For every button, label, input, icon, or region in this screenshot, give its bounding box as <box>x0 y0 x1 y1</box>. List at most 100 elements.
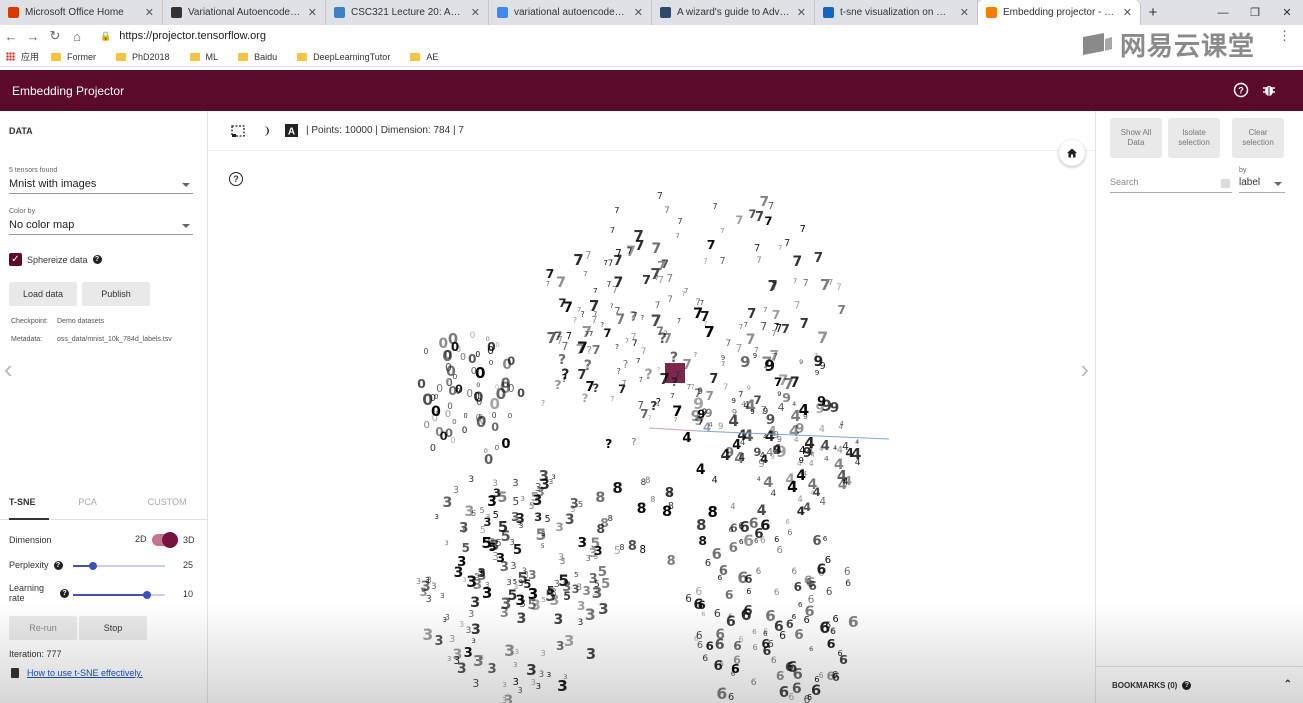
close-tab-icon[interactable]: ✕ <box>960 6 969 19</box>
selection-icon[interactable] <box>231 124 245 137</box>
bug-report-icon[interactable] <box>1261 82 1277 98</box>
collapse-left-icon[interactable]: ‹ <box>4 354 13 385</box>
expand-right-icon[interactable]: › <box>1080 354 1089 385</box>
learning-rate-value: 10 <box>183 589 194 599</box>
tab-strip: Microsoft Office Home ✕ Variational Autoen… <box>0 0 1141 25</box>
browser-tab-title: variational autoencoders gene <box>514 7 628 18</box>
isolate-selection-button[interactable]: Isolate selection <box>1168 118 1220 158</box>
bookmark-folder[interactable]: AE <box>406 52 438 62</box>
close-window-icon[interactable]: ✕ <box>1271 0 1303 25</box>
color-by-label: Color by <box>9 208 36 215</box>
bookmark-apps[interactable]: 应用 <box>6 50 39 63</box>
close-tab-icon[interactable]: ✕ <box>145 6 154 19</box>
perplexity-value: 25 <box>183 560 194 570</box>
night-mode-icon[interactable] <box>259 125 271 137</box>
browser-tab[interactable]: t-sne visualization on MNIST d ✕ <box>815 0 978 25</box>
clear-selection-button[interactable]: Clear selection <box>1232 118 1284 158</box>
bookmarks-help-icon[interactable]: ? <box>1182 680 1192 690</box>
bookmarks-panel-header[interactable]: BOOKMARKS (0) ? ⌃ <box>1096 666 1303 703</box>
window-controls: — ❐ ✕ <box>1207 0 1303 25</box>
label-toggle-icon[interactable]: A <box>285 124 298 137</box>
chevron-down-icon <box>182 183 190 187</box>
bookmark-folder[interactable]: PhD2018 <box>112 52 170 62</box>
close-tab-icon[interactable]: ✕ <box>1123 6 1132 19</box>
regex-toggle-icon[interactable] <box>1221 179 1230 188</box>
folder-icon <box>116 52 127 61</box>
bookmark-folder[interactable]: ML <box>186 52 218 62</box>
back-icon[interactable]: ← <box>0 29 22 44</box>
browser-tab[interactable]: Variational Autoencoder: Intuiti ✕ <box>163 0 326 25</box>
reload-icon[interactable]: ↻ <box>44 28 66 44</box>
dimension-3d-label: 3D <box>183 535 195 545</box>
minimize-icon[interactable]: — <box>1207 0 1239 25</box>
bookmark-folder[interactable]: DeepLearningTutor <box>293 52 390 62</box>
browser-tab[interactable]: CSC321 Lecture 20: Autoenco ✕ <box>326 0 489 25</box>
close-tab-icon[interactable]: ✕ <box>797 6 806 19</box>
browser-tab[interactable]: variational autoencoders gene ✕ <box>489 0 652 25</box>
forward-icon[interactable]: → <box>22 29 44 44</box>
search-input[interactable]: Search <box>1110 177 1232 193</box>
browser-tab-title: Microsoft Office Home <box>25 7 124 18</box>
data-panel: DATA 5 tensors found Mnist with images C… <box>0 111 208 703</box>
folder-icon <box>297 52 308 61</box>
tab-pca[interactable]: PCA <box>78 490 138 519</box>
perplexity-help-icon[interactable]: ? <box>53 560 63 570</box>
publish-button[interactable]: Publish <box>82 282 150 306</box>
search-by-select[interactable]: label <box>1239 177 1285 193</box>
favicon-icon <box>823 7 834 18</box>
browser-tab[interactable]: Microsoft Office Home ✕ <box>0 0 163 25</box>
apps-icon <box>6 52 15 61</box>
close-tab-icon[interactable]: ✕ <box>308 6 317 19</box>
book-icon <box>11 668 19 678</box>
app-header: Embedding Projector ? <box>0 70 1303 111</box>
bookmark-folder[interactable]: Baidu <box>234 52 277 62</box>
metadata-info: Metadata: oss_data/mnist_10k_784d_labels… <box>11 336 172 343</box>
watermark-icon <box>1083 33 1112 55</box>
tab-custom[interactable]: CUSTOM <box>148 490 208 519</box>
bookmark-label: DeepLearningTutor <box>313 51 391 62</box>
toggle-knob[interactable] <box>162 532 178 548</box>
sphereize-label: Sphereize data <box>27 254 88 265</box>
tsne-help-link[interactable]: How to use t-SNE effectively. <box>27 668 143 678</box>
url-field[interactable]: 🔒 https://projector.tensorflow.org <box>100 30 266 42</box>
stop-button[interactable]: Stop <box>79 616 147 640</box>
browser-tab-title: CSC321 Lecture 20: Autoenco <box>351 7 465 18</box>
metadata-key: Metadata: <box>11 336 43 343</box>
learning-rate-help-icon[interactable]: ? <box>60 589 69 598</box>
tsne-scatter-plot[interactable]: 7777777777777777777777777777777777777777… <box>209 151 1095 703</box>
perplexity-slider[interactable] <box>73 562 165 570</box>
learning-rate-slider[interactable] <box>73 591 165 599</box>
browser-menu-icon[interactable]: ⋮ <box>1278 28 1291 44</box>
bookmark-label: 应用 <box>21 52 40 62</box>
dimension-toggle[interactable] <box>152 532 178 548</box>
tsne-help-link-row: How to use t-SNE effectively. <box>11 668 143 678</box>
sphereize-help-icon[interactable]: ? <box>92 255 102 264</box>
chevron-down-icon <box>1274 182 1282 186</box>
folder-icon <box>238 52 249 61</box>
learning-rate-slider-knob[interactable] <box>142 591 151 599</box>
browser-tab[interactable]: A wizard's guide to Adversaria ✕ <box>652 0 815 25</box>
close-tab-icon[interactable]: ✕ <box>634 6 643 19</box>
help-icon[interactable]: ? <box>1233 82 1249 98</box>
home-icon[interactable]: ⌂ <box>66 29 88 44</box>
maximize-icon[interactable]: ❐ <box>1239 0 1271 25</box>
color-by-select[interactable]: No color map <box>9 219 193 235</box>
browser-tab-title: A wizard's guide to Adversaria <box>677 7 791 18</box>
metadata-value: oss_data/mnist_10k_784d_labels.tsv <box>57 336 172 343</box>
rerun-button[interactable]: Re-run <box>9 616 77 640</box>
show-all-data-button[interactable]: Show All Data <box>1110 118 1162 158</box>
checkpoint-value: Demo datasets <box>57 318 105 325</box>
tensor-select[interactable]: Mnist with images <box>9 178 193 194</box>
chevron-up-icon[interactable]: ⌃ <box>1284 679 1292 690</box>
close-tab-icon[interactable]: ✕ <box>471 6 480 19</box>
tab-tsne[interactable]: T-SNE <box>9 490 69 520</box>
load-data-button[interactable]: Load data <box>9 282 77 306</box>
learning-rate-label: Learning rate <box>9 583 45 603</box>
sphereize-checkbox-row[interactable]: ✓ Sphereize data ? <box>9 253 102 266</box>
sphereize-checkbox[interactable]: ✓ <box>9 253 22 266</box>
favicon-icon <box>171 7 182 18</box>
color-by-value: No color map <box>9 219 75 231</box>
new-tab-button[interactable]: + <box>1141 0 1165 25</box>
bookmark-folder[interactable]: Former <box>47 52 96 62</box>
browser-tab[interactable]: Embedding projector - visualiz ✕ <box>978 0 1141 25</box>
